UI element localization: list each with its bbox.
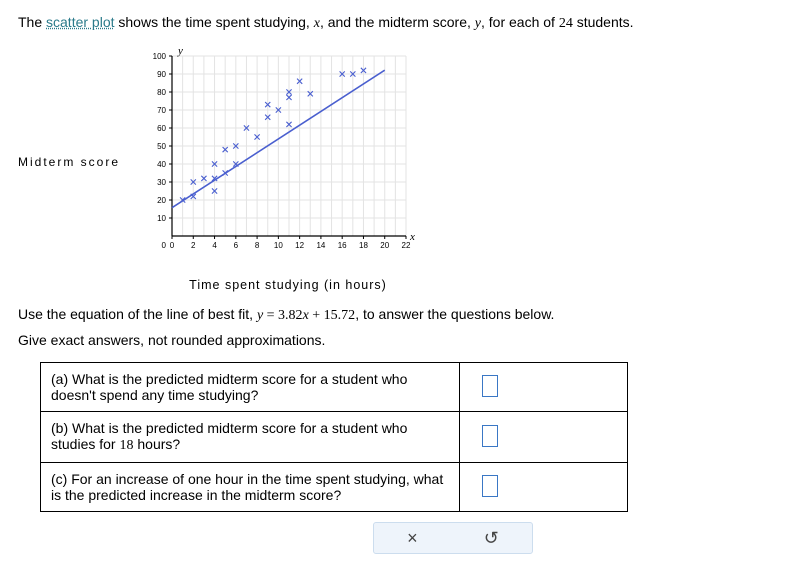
svg-text:80: 80: [157, 88, 166, 97]
q-b-hours: 18: [119, 438, 133, 453]
svg-text:70: 70: [157, 106, 166, 115]
x-axis-var: x: [409, 231, 415, 243]
answer-input-c[interactable]: [482, 475, 498, 497]
intro-text: The scatter plot shows the time spent st…: [18, 12, 782, 34]
equation-sentence: Use the equation of the line of best fit…: [18, 306, 782, 324]
svg-text:12: 12: [295, 241, 304, 250]
q-b-pre: (b) What is the predicted midterm score …: [51, 420, 407, 452]
intro-p1: shows the time spent studying,: [115, 14, 314, 30]
svg-text:90: 90: [157, 70, 166, 79]
intro-p4: students.: [573, 14, 634, 30]
answer-input-b[interactable]: [482, 425, 498, 447]
svg-text:2: 2: [191, 241, 196, 250]
best-fit-equation: y = 3.82x + 15.72: [257, 308, 355, 323]
svg-text:10: 10: [157, 214, 166, 223]
svg-text:0: 0: [170, 241, 175, 250]
eq-pre: Use the equation of the line of best fit…: [18, 306, 257, 322]
questions-table: (a) What is the predicted midterm score …: [40, 362, 628, 512]
table-row: (b) What is the predicted midterm score …: [41, 412, 628, 463]
svg-text:30: 30: [157, 178, 166, 187]
svg-text:20: 20: [380, 241, 389, 250]
reset-icon[interactable]: ↺: [484, 528, 499, 549]
svg-text:60: 60: [157, 124, 166, 133]
x-axis-label: Time spent studying (in hours): [138, 278, 438, 292]
svg-text:16: 16: [338, 241, 347, 250]
answer-cell-a: [460, 363, 628, 412]
svg-text:50: 50: [157, 142, 166, 151]
table-row: (c) For an increase of one hour in the t…: [41, 463, 628, 512]
svg-text:6: 6: [234, 241, 239, 250]
question-c: (c) For an increase of one hour in the t…: [41, 463, 460, 512]
svg-text:18: 18: [359, 241, 368, 250]
svg-text:20: 20: [157, 196, 166, 205]
intro-p2: , and the midterm score,: [320, 14, 475, 30]
action-bar: × ↺: [373, 522, 533, 554]
scatter-chart: 0246810121416182022102030405060708090100…: [130, 42, 430, 272]
svg-text:4: 4: [212, 241, 217, 250]
y-axis-var: y: [177, 45, 183, 57]
intro-pre: The: [18, 14, 46, 30]
answer-cell-b: [460, 412, 628, 463]
eq-post: , to answer the questions below.: [355, 306, 554, 322]
table-row: (a) What is the predicted midterm score …: [41, 363, 628, 412]
close-icon[interactable]: ×: [407, 528, 418, 549]
svg-text:40: 40: [157, 160, 166, 169]
question-a: (a) What is the predicted midterm score …: [41, 363, 460, 412]
question-b: (b) What is the predicted midterm score …: [41, 412, 460, 463]
instruction-text: Give exact answers, not rounded approxim…: [18, 332, 782, 348]
svg-text:8: 8: [255, 241, 260, 250]
n-students: 24: [559, 16, 573, 31]
answer-input-a[interactable]: [482, 375, 498, 397]
svg-text:14: 14: [316, 241, 325, 250]
scatter-plot-link[interactable]: scatter plot: [46, 14, 114, 30]
svg-text:10: 10: [274, 241, 283, 250]
answer-cell-c: [460, 463, 628, 512]
svg-text:0: 0: [162, 241, 167, 250]
chart-area: Midterm score 02468101214161820221020304…: [18, 42, 782, 272]
q-b-post: hours?: [133, 436, 180, 452]
intro-p3: , for each of: [481, 14, 559, 30]
y-axis-label: Midterm score: [18, 145, 120, 169]
svg-text:100: 100: [153, 52, 167, 61]
